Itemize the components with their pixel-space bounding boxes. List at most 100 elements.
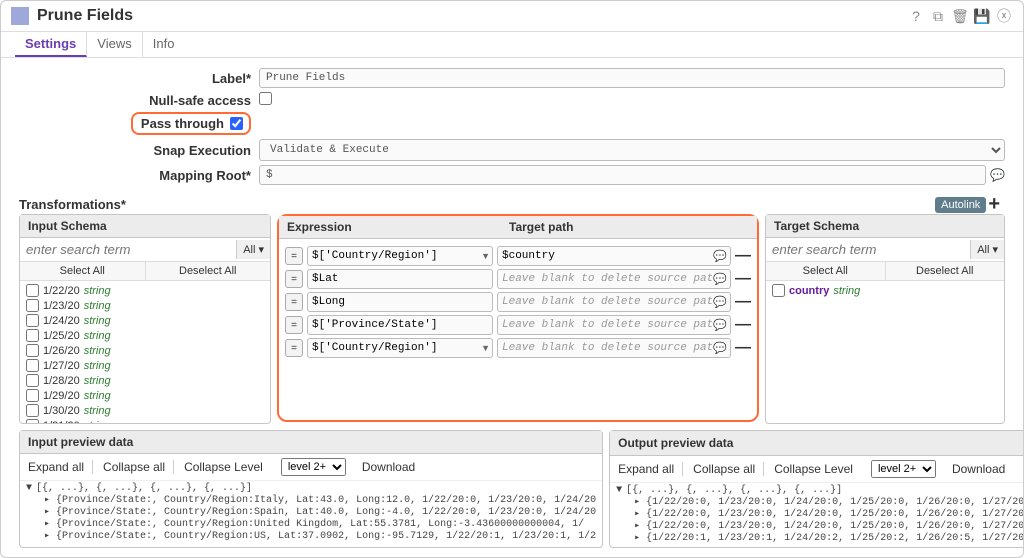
schema-checkbox[interactable]	[26, 329, 39, 342]
input-collapse-level-select[interactable]: level 2+	[281, 458, 346, 476]
input-schema-search[interactable]	[20, 238, 236, 261]
add-row-icon[interactable]: +	[988, 193, 1000, 216]
passthrough-label: Pass through	[141, 116, 224, 131]
targetpath-input[interactable]	[497, 269, 731, 289]
mapping-rows: =▼💬—=💬—=💬—=💬—=▼💬—	[279, 239, 757, 365]
schema-item[interactable]: 1/22/20string	[22, 283, 268, 298]
output-preview-panel: Output preview data ⟳ Expand all Collaps…	[609, 430, 1024, 548]
output-expand-all[interactable]: Expand all	[618, 462, 683, 476]
targetpath-input[interactable]	[497, 246, 731, 266]
remove-row-icon[interactable]: —	[735, 339, 751, 357]
input-schema-list[interactable]: 1/22/20string1/23/20string1/24/20string1…	[20, 281, 270, 423]
expression-toggle[interactable]: =	[285, 247, 303, 265]
schema-item[interactable]: 1/23/20string	[22, 298, 268, 313]
schema-field-type: string	[84, 285, 111, 297]
suggest-icon[interactable]: 💬	[713, 342, 727, 355]
help-icon[interactable]: ?	[907, 7, 925, 25]
expression-toggle[interactable]: =	[285, 339, 303, 357]
suggest-icon[interactable]: 💬	[713, 296, 727, 309]
schema-checkbox[interactable]	[772, 284, 785, 297]
targetpath-input[interactable]	[497, 315, 731, 335]
targetpath-header: Target path	[501, 216, 757, 238]
passthrough-highlight: Pass through	[131, 112, 251, 135]
output-collapse-all[interactable]: Collapse all	[693, 462, 764, 476]
schema-checkbox[interactable]	[26, 344, 39, 357]
output-preview-body[interactable]: ▼[{, ...}, {, ...}, {, ...}, {, ...}] ▸ …	[610, 483, 1024, 547]
target-schema-search[interactable]	[766, 238, 970, 261]
snapexec-label: Snap Execution	[19, 143, 259, 158]
schema-checkbox[interactable]	[26, 404, 39, 417]
expression-input[interactable]	[307, 269, 493, 289]
label-input[interactable]	[259, 68, 1005, 88]
input-download[interactable]: Download	[362, 460, 423, 474]
tab-views[interactable]: Views	[87, 32, 142, 57]
schema-checkbox[interactable]	[26, 299, 39, 312]
schema-field-name: 1/30/20	[43, 405, 80, 417]
input-preview-header: Input preview data	[28, 435, 133, 449]
schema-checkbox[interactable]	[26, 419, 39, 423]
schema-item[interactable]: 1/24/20string	[22, 313, 268, 328]
input-expand-all[interactable]: Expand all	[28, 460, 93, 474]
schema-item[interactable]: countrystring	[768, 283, 1002, 298]
passthrough-checkbox[interactable]	[230, 117, 243, 130]
schema-item[interactable]: 1/29/20string	[22, 388, 268, 403]
input-preview-body[interactable]: ▼[{, ...}, {, ...}, {, ...}, {, ...}] ▸ …	[20, 481, 602, 547]
copy-icon[interactable]: ⧉	[929, 7, 947, 25]
schema-item[interactable]: 1/28/20string	[22, 373, 268, 388]
save-icon[interactable]: 💾	[973, 7, 991, 25]
targetpath-input[interactable]	[497, 292, 731, 312]
schema-item[interactable]: 1/26/20string	[22, 343, 268, 358]
schema-checkbox[interactable]	[26, 374, 39, 387]
close-icon[interactable]: ⓧ	[995, 7, 1013, 25]
schema-field-type: string	[84, 405, 111, 417]
suggest-icon[interactable]: 💬	[713, 319, 727, 332]
input-select-all-button[interactable]: Select All	[20, 262, 146, 280]
suggest-icon[interactable]: 💬	[713, 273, 727, 286]
schema-checkbox[interactable]	[26, 284, 39, 297]
tab-info[interactable]: Info	[143, 32, 185, 57]
target-deselect-all-button[interactable]: Deselect All	[886, 262, 1005, 280]
autolink-button[interactable]: Autolink	[935, 197, 986, 213]
expression-toggle[interactable]: =	[285, 270, 303, 288]
target-select-all-button[interactable]: Select All	[766, 262, 886, 280]
input-preview-panel: Input preview data Expand all Collapse a…	[19, 430, 603, 548]
schema-item[interactable]: 1/30/20 string	[22, 403, 268, 418]
nullsafe-checkbox[interactable]	[259, 92, 272, 105]
tab-bar: Settings Views Info	[1, 32, 1023, 58]
expression-input[interactable]	[307, 338, 493, 358]
expression-input[interactable]	[307, 315, 493, 335]
remove-row-icon[interactable]: —	[735, 247, 751, 265]
schema-field-type: string	[84, 360, 111, 372]
expression-input[interactable]	[307, 246, 493, 266]
expression-toggle[interactable]: =	[285, 293, 303, 311]
suggest-icon[interactable]: 💬	[990, 168, 1005, 182]
schema-item[interactable]: 1/31/20string	[22, 418, 268, 423]
targetpath-input[interactable]	[497, 338, 731, 358]
schema-checkbox[interactable]	[26, 389, 39, 402]
output-download[interactable]: Download	[952, 462, 1013, 476]
target-schema-all-button[interactable]: All ▾	[970, 240, 1004, 259]
input-deselect-all-button[interactable]: Deselect All	[146, 262, 271, 280]
schema-item[interactable]: 1/27/20string	[22, 358, 268, 373]
remove-row-icon[interactable]: —	[735, 293, 751, 311]
remove-row-icon[interactable]: —	[735, 270, 751, 288]
suggest-icon[interactable]: 💬	[713, 250, 727, 263]
output-collapse-level-select[interactable]: level 2+	[871, 460, 936, 478]
mapping-row: =▼💬—	[285, 246, 751, 266]
schema-field-name: 1/25/20	[43, 330, 80, 342]
transformations-area: Input Schema All ▾ Select All Deselect A…	[1, 214, 1023, 424]
schema-checkbox[interactable]	[26, 314, 39, 327]
delete-icon[interactable]: 🗑	[951, 7, 969, 25]
input-schema-panel: Input Schema All ▾ Select All Deselect A…	[19, 214, 271, 424]
snapexec-select[interactable]: Validate & Execute	[259, 139, 1005, 161]
expression-input[interactable]	[307, 292, 493, 312]
input-collapse-all[interactable]: Collapse all	[103, 460, 174, 474]
maproot-input[interactable]	[259, 165, 986, 185]
schema-checkbox[interactable]	[26, 359, 39, 372]
input-schema-all-button[interactable]: All ▾	[236, 240, 270, 259]
schema-item[interactable]: 1/25/20string	[22, 328, 268, 343]
tab-settings[interactable]: Settings	[15, 32, 87, 57]
expression-toggle[interactable]: =	[285, 316, 303, 334]
snap-icon	[11, 7, 29, 25]
remove-row-icon[interactable]: —	[735, 316, 751, 334]
